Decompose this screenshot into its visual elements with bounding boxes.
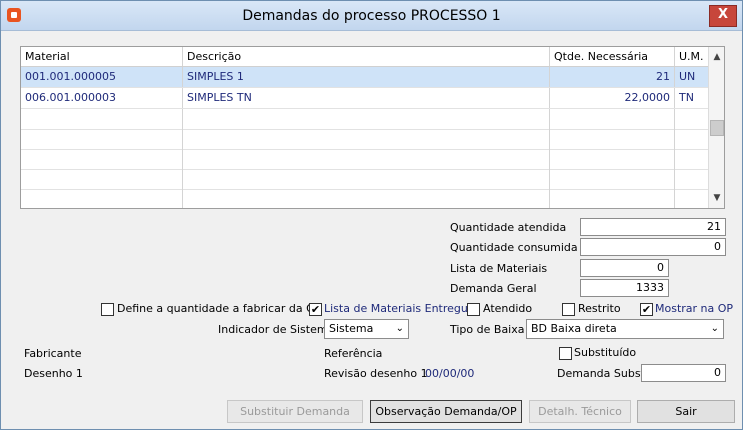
lista-materiais-label: Lista de Materiais: [450, 262, 548, 275]
table-row[interactable]: 001.001.000005 SIMPLES 1 21 UN: [21, 67, 708, 88]
tipo-baixa-label: Tipo de Baixa: [450, 323, 525, 336]
atendido-checkbox[interactable]: [467, 303, 480, 316]
close-button[interactable]: X: [709, 5, 737, 27]
referencia-label: Referência: [324, 347, 383, 360]
lista-entregue-label: Lista de Materiais Entregue: [324, 302, 475, 315]
cell-qtde: 21: [550, 67, 675, 87]
substituido-checkbox[interactable]: [559, 347, 572, 360]
restrito-checkbox[interactable]: [562, 303, 575, 316]
cell-um: TN: [679, 91, 694, 104]
mostrar-op-label: Mostrar na OP: [655, 302, 734, 315]
demanda-geral-field[interactable]: 1333: [580, 279, 669, 297]
scroll-down-icon[interactable]: ▼: [709, 190, 724, 206]
demands-grid: Material Descrição Qtde. Necessária U.M.…: [20, 46, 725, 209]
empty-row: [21, 109, 708, 130]
lista-entregue-checkbox[interactable]: ✔: [309, 303, 322, 316]
desenho-label: Desenho 1: [24, 367, 83, 380]
revisao-desenho-label: Revisão desenho 1: [324, 367, 428, 380]
cell-qtde: 22,0000: [550, 88, 675, 108]
chevron-down-icon: ⌄: [710, 323, 719, 334]
cell-um: UN: [679, 70, 696, 83]
indicador-sistema-select[interactable]: Sistema ⌄: [324, 319, 409, 339]
cell-material: 001.001.000005: [21, 67, 183, 87]
substituir-demanda-button[interactable]: Substituir Demanda: [227, 400, 363, 423]
tipo-baixa-value: BD Baixa direta: [531, 322, 617, 335]
empty-row: [21, 149, 708, 170]
chevron-down-icon: ⌄: [395, 323, 404, 334]
atendido-label: Atendido: [483, 302, 533, 315]
title-bar: Demandas do processo PROCESSO 1 X: [1, 1, 742, 31]
grid-header: Material Descrição Qtde. Necessária U.M.: [21, 47, 708, 67]
demanda-subst-label: Demanda Subst.: [557, 367, 649, 380]
detalhe-tecnico-button[interactable]: Detalh. Técnico: [529, 400, 631, 423]
scroll-thumb[interactable]: [710, 120, 724, 136]
column-header-descricao[interactable]: Descrição: [183, 47, 550, 66]
qtd-consumida-label: Quantidade consumida: [450, 241, 578, 254]
column-header-um[interactable]: U.M.: [675, 47, 708, 66]
window-title: Demandas do processo PROCESSO 1: [242, 8, 501, 24]
qtd-atendida-field[interactable]: 21: [580, 218, 726, 236]
cell-descricao: SIMPLES 1: [183, 67, 550, 87]
cell-descricao: SIMPLES TN: [183, 88, 550, 108]
substituido-label: Substituído: [574, 346, 637, 359]
cell-material: 006.001.000003: [21, 88, 183, 108]
lista-materiais-field[interactable]: 0: [580, 259, 669, 277]
restrito-label: Restrito: [578, 302, 621, 315]
tipo-baixa-select[interactable]: BD Baixa direta ⌄: [526, 319, 724, 339]
define-qtd-label: Define a quantidade a fabricar da OP: [117, 302, 322, 315]
observacao-demanda-button[interactable]: Observação Demanda/OP: [370, 400, 522, 423]
demanda-subst-field[interactable]: 0: [641, 364, 726, 382]
vertical-scrollbar[interactable]: ▲ ▼: [708, 47, 724, 208]
revisao-desenho-value: 00/00/00: [425, 367, 475, 380]
column-header-qtde[interactable]: Qtde. Necessária: [550, 47, 675, 66]
empty-row: [21, 169, 708, 190]
mostrar-op-checkbox[interactable]: ✔: [640, 303, 653, 316]
indicador-sistema-label: Indicador de Sistema: [218, 323, 335, 336]
sair-button[interactable]: Sair: [637, 400, 735, 423]
indicador-sistema-value: Sistema: [329, 322, 374, 335]
fabricante-label: Fabricante: [24, 347, 82, 360]
empty-row: [21, 129, 708, 150]
qtd-consumida-field[interactable]: 0: [580, 238, 726, 256]
column-header-material[interactable]: Material: [21, 47, 183, 66]
dialog-window: Demandas do processo PROCESSO 1 X Materi…: [0, 0, 743, 430]
empty-row: [21, 189, 708, 208]
define-qtd-checkbox[interactable]: [101, 303, 114, 316]
table-row[interactable]: 006.001.000003 SIMPLES TN 22,0000 TN: [21, 88, 708, 109]
qtd-atendida-label: Quantidade atendida: [450, 221, 567, 234]
scroll-up-icon[interactable]: ▲: [709, 49, 724, 65]
demanda-geral-label: Demanda Geral: [450, 282, 537, 295]
